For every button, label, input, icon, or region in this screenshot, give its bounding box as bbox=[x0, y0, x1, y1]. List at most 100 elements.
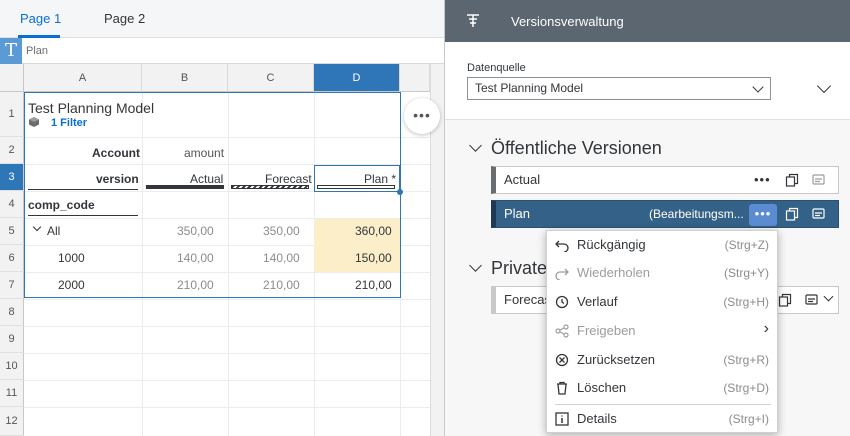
row-header-5[interactable]: 5 bbox=[0, 218, 24, 245]
row-header-2[interactable]: 2 bbox=[0, 137, 24, 164]
menu-item-redo[interactable]: Wiederholen (Strg+Y) bbox=[547, 259, 779, 287]
row-header-6[interactable]: 6 bbox=[0, 245, 24, 272]
row-header-10[interactable]: 10 bbox=[0, 353, 24, 380]
menu-item-shortcut: (Strg+H) bbox=[723, 295, 769, 309]
comp-code-label: comp_code bbox=[28, 198, 95, 212]
version-header-forecast[interactable]: Forecast bbox=[265, 172, 312, 186]
details-icon bbox=[555, 412, 569, 426]
redo-icon bbox=[555, 268, 569, 280]
history-icon bbox=[555, 295, 569, 309]
cell-name-field[interactable]: Plan bbox=[26, 45, 48, 57]
menu-item-history[interactable]: Verlauf (Strg+H) bbox=[547, 288, 779, 316]
row-header-7[interactable]: 7 bbox=[0, 272, 24, 299]
version-more-button[interactable]: ••• bbox=[754, 172, 771, 187]
menu-item-shortcut: (Strg+R) bbox=[723, 353, 769, 367]
datasource-section: Datenquelle Test Planning Model bbox=[445, 42, 850, 120]
account-label: Account bbox=[92, 146, 140, 160]
row-header-4[interactable]: 4 bbox=[0, 191, 24, 218]
selected-cell[interactable] bbox=[314, 165, 400, 192]
grid-line bbox=[24, 353, 444, 354]
menu-item-label: Freigeben bbox=[577, 323, 636, 338]
row-header-1[interactable]: 1 bbox=[0, 92, 24, 137]
publish-icon[interactable] bbox=[812, 207, 826, 221]
table-title: Test Planning Model bbox=[28, 100, 155, 116]
panel-title: Versionsverwaltung bbox=[511, 14, 624, 29]
value-cell[interactable]: 150,00 bbox=[355, 251, 392, 265]
forecast-bar bbox=[231, 185, 309, 189]
row-header-11[interactable]: 11 bbox=[0, 380, 24, 407]
copy-icon[interactable] bbox=[785, 173, 799, 187]
row-label-all: All bbox=[47, 224, 61, 238]
private-versions-heading: Private bbox=[491, 258, 548, 278]
tab-page-1[interactable]: Page 1 bbox=[20, 11, 61, 26]
page-tabs: Page 1 Page 2 bbox=[0, 0, 444, 38]
value-cell[interactable]: 210,00 bbox=[177, 278, 214, 292]
publish-icon[interactable] bbox=[805, 293, 819, 307]
row-header-12[interactable]: 12 bbox=[0, 407, 24, 436]
menu-item-details[interactable]: Details (Strg+I) bbox=[547, 405, 779, 433]
tab-page-2[interactable]: Page 2 bbox=[104, 11, 145, 26]
copy-icon[interactable] bbox=[785, 207, 799, 221]
chevron-down-icon[interactable] bbox=[469, 259, 482, 272]
menu-item-undo[interactable]: Rückgängig (Strg+Z) bbox=[547, 231, 779, 259]
grid-line bbox=[24, 380, 444, 381]
formula-icon[interactable]: T bbox=[0, 38, 22, 64]
datasource-select[interactable]: Test Planning Model bbox=[467, 77, 771, 100]
datasource-value: Test Planning Model bbox=[475, 81, 584, 95]
column-header-b[interactable]: B bbox=[142, 64, 228, 92]
row-header-8[interactable]: 8 bbox=[0, 299, 24, 326]
column-header-a[interactable]: A bbox=[24, 64, 142, 92]
version-context-menu: Rückgängig (Strg+Z) Wiederholen (Strg+Y)… bbox=[546, 230, 778, 433]
row-header-3[interactable]: 3 bbox=[0, 164, 24, 191]
filter-link[interactable]: 1 Filter bbox=[51, 117, 87, 129]
menu-item-reset[interactable]: Zurücksetzen (Strg+R) bbox=[547, 346, 779, 374]
publish-icon[interactable] bbox=[812, 173, 826, 187]
menu-item-delete[interactable]: Löschen (Strg+D) bbox=[547, 374, 779, 402]
version-label: Plan bbox=[504, 206, 531, 221]
version-status: (Bearbeitungsm... bbox=[649, 207, 744, 221]
fill-handle[interactable] bbox=[397, 189, 403, 195]
menu-item-label: Löschen bbox=[577, 380, 627, 395]
value-cell[interactable]: 140,00 bbox=[177, 251, 214, 265]
grid-line bbox=[24, 326, 444, 327]
column-header-c[interactable]: C bbox=[228, 64, 314, 92]
collapse-chevron-icon[interactable] bbox=[816, 78, 832, 94]
actual-bar bbox=[146, 185, 224, 189]
version-label: version bbox=[96, 172, 139, 186]
reset-icon bbox=[555, 353, 569, 367]
menu-item-shortcut: (Strg+D) bbox=[723, 381, 769, 395]
delete-icon bbox=[557, 381, 567, 395]
share-icon bbox=[555, 324, 569, 338]
value-cell[interactable]: 350,00 bbox=[263, 224, 300, 238]
menu-item-label: Verlauf bbox=[577, 294, 618, 309]
chevron-down-icon[interactable] bbox=[469, 139, 482, 152]
version-label: Actual bbox=[504, 172, 541, 187]
formula-bar: T Plan bbox=[0, 38, 444, 64]
public-versions-heading: Öffentliche Versionen bbox=[491, 138, 662, 158]
more-options-button[interactable]: ••• bbox=[404, 98, 440, 134]
value-cell[interactable]: 360,00 bbox=[355, 224, 392, 238]
menu-item-shortcut: (Strg+Z) bbox=[724, 238, 769, 252]
version-header-actual[interactable]: Actual bbox=[190, 172, 223, 186]
value-cell[interactable]: 210,00 bbox=[263, 278, 300, 292]
value-cell[interactable]: 140,00 bbox=[263, 251, 300, 265]
version-management-icon bbox=[467, 14, 479, 27]
panel-header: Versionsverwaltung bbox=[445, 0, 850, 42]
row-header-9[interactable]: 9 bbox=[0, 326, 24, 353]
value-cell[interactable]: 350,00 bbox=[177, 224, 214, 238]
value-cell[interactable]: 210,00 bbox=[355, 278, 392, 292]
menu-item-share[interactable]: Freigeben › bbox=[547, 317, 779, 345]
column-header-e[interactable] bbox=[400, 64, 430, 92]
column-header-d[interactable]: D bbox=[314, 64, 400, 92]
cube-icon bbox=[29, 117, 39, 127]
menu-item-label: Rückgängig bbox=[577, 237, 646, 252]
header-underline bbox=[28, 215, 138, 216]
amount-label: amount bbox=[184, 146, 225, 160]
version-more-button-active[interactable]: ••• bbox=[749, 204, 777, 226]
chevron-down-icon bbox=[752, 81, 764, 93]
header-underline bbox=[28, 189, 138, 190]
datasource-label: Datenquelle bbox=[467, 62, 526, 74]
copy-icon[interactable] bbox=[778, 293, 792, 307]
grid-corner[interactable] bbox=[0, 64, 24, 92]
submenu-chevron-icon: › bbox=[763, 320, 769, 337]
